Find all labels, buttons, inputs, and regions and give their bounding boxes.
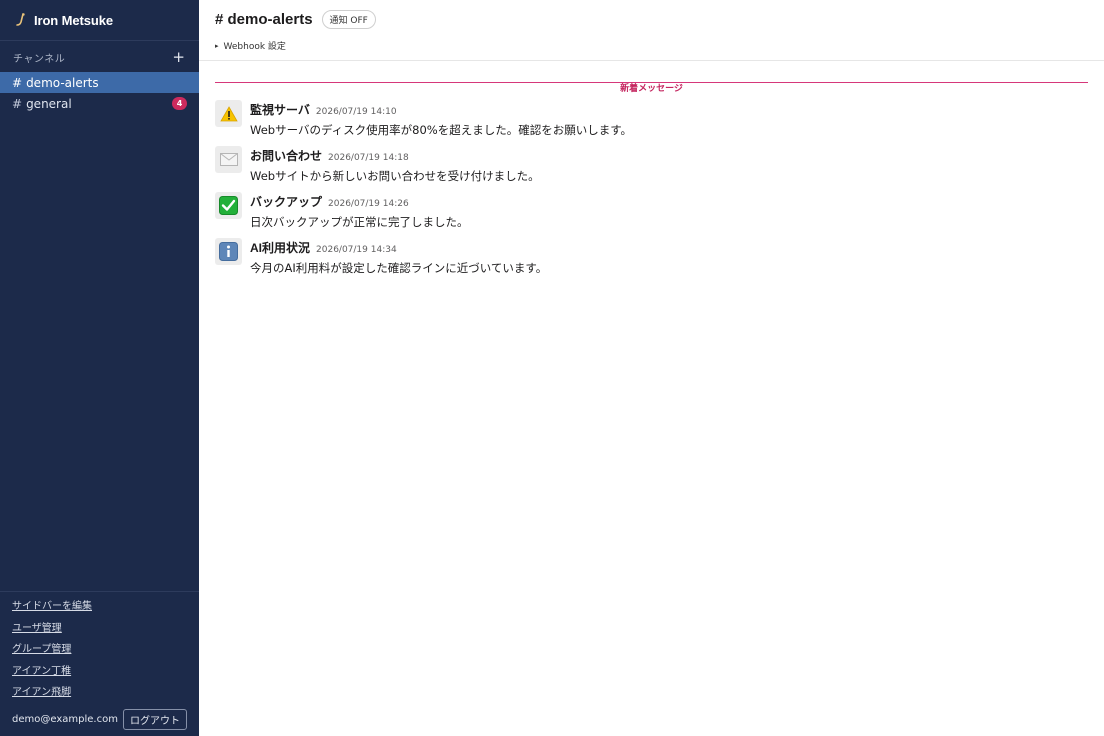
- channel-name: demo-alerts: [26, 75, 99, 90]
- message-text: Webサーバのディスク使用率が80%を超えました。確認をお願いします。: [250, 123, 633, 137]
- message-body: 監視サーバ 2026/07/19 14:10 Webサーバのディスク使用率が80…: [250, 100, 632, 146]
- iron-decchi-link[interactable]: アイアン丁稚: [12, 665, 187, 687]
- sidebar-item-general[interactable]: # general 4: [0, 93, 199, 114]
- edit-sidebar-link[interactable]: サイドバーを編集: [12, 600, 187, 622]
- warning-icon: [215, 100, 242, 127]
- channel-name: general: [26, 96, 72, 111]
- message-body: お問い合わせ 2026/07/19 14:18 Webサイトから新しいお問い合わ…: [250, 146, 540, 192]
- iron-hikyaku-link[interactable]: アイアン飛脚: [12, 686, 187, 708]
- channels-section-header: チャンネル +: [0, 42, 199, 72]
- message-sender[interactable]: 監視サーバ: [250, 101, 310, 118]
- envelope-icon: [215, 146, 242, 173]
- user-row: demo@example.com ログアウト: [12, 708, 187, 730]
- new-messages-label: 新着メッセージ: [613, 84, 690, 94]
- add-channel-button[interactable]: +: [172, 49, 185, 65]
- message-sender[interactable]: バックアップ: [250, 193, 322, 210]
- check-icon: [215, 192, 242, 219]
- webhook-settings-toggle[interactable]: ▸ Webhook 設定: [215, 39, 1088, 53]
- message-header: AI利用状況 2026/07/19 14:34: [250, 239, 547, 256]
- channel-view: # demo-alerts 通知 OFF ▸ Webhook 設定 新着メッセー…: [199, 0, 1104, 736]
- message-timestamp: 2026/07/19 14:34: [316, 245, 397, 255]
- message-text: 日次バックアップが正常に完了しました。: [250, 215, 469, 229]
- message-timestamp: 2026/07/19 14:10: [315, 107, 397, 117]
- info-icon: [215, 238, 242, 265]
- message-sender[interactable]: AI利用状況: [250, 239, 310, 256]
- message-item: AI利用状況 2026/07/19 14:34 今月のAI利用料が設定した確認ラ…: [215, 238, 1088, 284]
- channel-title: # demo-alerts: [215, 11, 313, 28]
- sidebar-footer: サイドバーを編集 ユーザ管理 グループ管理 アイアン丁稚 アイアン飛脚 demo…: [0, 591, 199, 736]
- brand[interactable]: Iron Metsuke: [0, 0, 199, 41]
- app-name: Iron Metsuke: [34, 12, 113, 28]
- message-body: バックアップ 2026/07/19 14:26 日次バックアップが正常に完了しま…: [250, 192, 469, 238]
- sidebar-item-demo-alerts[interactable]: # demo-alerts: [0, 72, 199, 93]
- webhook-settings-label: Webhook 設定: [223, 42, 286, 52]
- channel-hash-icon: #: [12, 75, 23, 90]
- message-text: 今月のAI利用料が設定した確認ラインに近づいています。: [250, 261, 548, 275]
- message-header: バックアップ 2026/07/19 14:26: [250, 193, 469, 210]
- message-timestamp: 2026/07/19 14:26: [328, 199, 409, 209]
- disclosure-triangle-icon: ▸: [215, 41, 219, 50]
- title-row: # demo-alerts 通知 OFF: [215, 10, 1088, 29]
- message-item: バックアップ 2026/07/19 14:26 日次バックアップが正常に完了しま…: [215, 192, 1088, 238]
- channel-hash-icon: #: [12, 96, 23, 111]
- group-management-link[interactable]: グループ管理: [12, 643, 187, 665]
- message-header: 監視サーバ 2026/07/19 14:10: [250, 101, 632, 118]
- iron-logo-icon: [13, 12, 29, 28]
- message-item: お問い合わせ 2026/07/19 14:18 Webサイトから新しいお問い合わ…: [215, 146, 1088, 192]
- logout-button[interactable]: ログアウト: [123, 708, 187, 730]
- new-messages-label-wrap: 新着メッセージ: [199, 76, 1104, 95]
- message-sender[interactable]: お問い合わせ: [250, 147, 322, 164]
- notify-toggle-button[interactable]: 通知 OFF: [321, 10, 376, 29]
- message-item: 監視サーバ 2026/07/19 14:10 Webサーバのディスク使用率が80…: [215, 100, 1088, 146]
- message-text: Webサイトから新しいお問い合わせを受け付けました。: [250, 169, 540, 183]
- message-header: お問い合わせ 2026/07/19 14:18: [250, 147, 540, 164]
- user-management-link[interactable]: ユーザ管理: [12, 622, 187, 644]
- channels-section-title: チャンネル: [13, 53, 66, 65]
- message-timestamp: 2026/07/19 14:18: [328, 153, 409, 163]
- message-body: AI利用状況 2026/07/19 14:34 今月のAI利用料が設定した確認ラ…: [250, 238, 547, 284]
- message-list: 監視サーバ 2026/07/19 14:10 Webサーバのディスク使用率が80…: [215, 100, 1088, 284]
- channel-header: # demo-alerts 通知 OFF ▸ Webhook 設定: [199, 0, 1104, 61]
- unread-badge: 4: [172, 97, 187, 110]
- user-email: demo@example.com: [12, 713, 118, 725]
- sidebar: Iron Metsuke チャンネル + # demo-alerts # gen…: [0, 0, 199, 736]
